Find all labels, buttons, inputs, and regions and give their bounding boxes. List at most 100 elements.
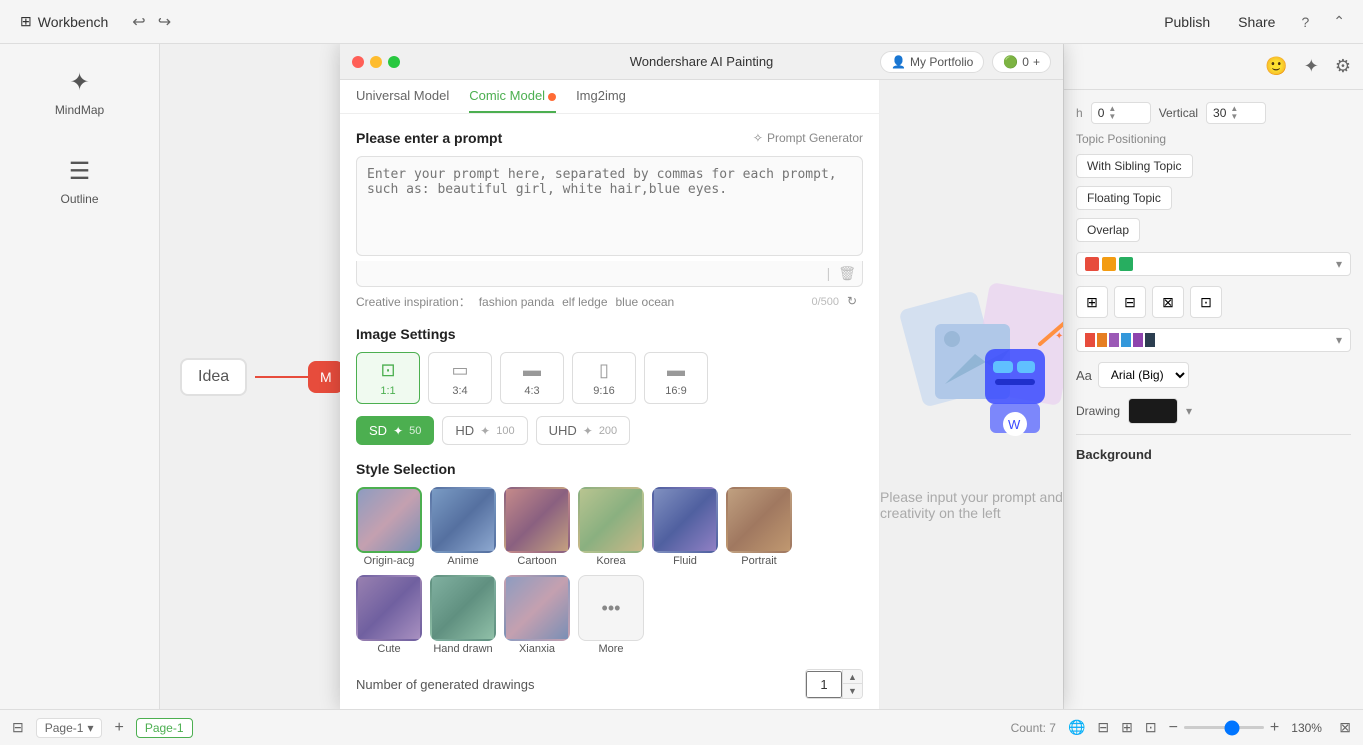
drawing-dropdown[interactable]: ▾ <box>1186 404 1192 418</box>
strip-dark[interactable] <box>1145 333 1155 347</box>
style-anime[interactable]: Anime <box>430 487 496 567</box>
vertical-input[interactable]: 30 ▲ ▼ <box>1206 102 1266 124</box>
with-sibling-topic-btn[interactable]: With Sibling Topic <box>1076 154 1193 178</box>
creative-tag-2[interactable]: blue ocean <box>616 295 675 309</box>
style-more-button[interactable]: ••• More <box>578 575 644 655</box>
undo-button[interactable]: ↩ <box>128 10 149 34</box>
sidebar-item-outline[interactable]: ☰ Outline <box>52 149 106 214</box>
right-panel: 🙂 ✦ ⚙ h 0 ▲ ▼ Vertical <box>1063 44 1363 709</box>
font-select[interactable]: Arial (Big) <box>1098 362 1189 388</box>
quality-uhd[interactable]: UHD ✦ 200 <box>536 416 631 445</box>
mindmap-area: Idea M Wondershare AI Painting 👤 <box>160 44 1063 709</box>
quality-hd[interactable]: HD ✦ 100 <box>442 416 527 445</box>
horizontal-input[interactable]: 0 ▲ ▼ <box>1091 102 1151 124</box>
creative-tag-0[interactable]: fashion panda <box>479 295 554 309</box>
help-button[interactable]: ? <box>1295 10 1315 34</box>
drawings-decrement[interactable]: ▼ <box>842 684 862 698</box>
color-red[interactable] <box>1085 257 1099 271</box>
close-window-button[interactable] <box>352 56 364 68</box>
drawings-increment[interactable]: ▲ <box>842 670 862 684</box>
aspect-3-4-icon: ▭ <box>451 360 468 381</box>
sidebar-item-mindmap[interactable]: ✦ MindMap <box>47 60 112 125</box>
page-dropdown-arrow: ▾ <box>87 721 93 735</box>
style-cartoon[interactable]: Cartoon <box>504 487 570 567</box>
style-cute[interactable]: Cute <box>356 575 422 655</box>
clear-prompt-icon[interactable]: 🗑 <box>838 265 856 282</box>
collapse-button[interactable]: ⌃ <box>1327 9 1351 34</box>
layout-btn-2[interactable]: ⊟ <box>1114 286 1146 318</box>
drawings-value-input[interactable] <box>806 671 842 698</box>
style-origin-acg[interactable]: Origin-acg <box>356 487 422 567</box>
drawings-stepper: ▲ ▼ <box>805 669 863 699</box>
page-1-chip[interactable]: Page-1 ▾ <box>36 718 103 738</box>
aspect-16-9[interactable]: ▬ 16:9 <box>644 352 708 404</box>
strip-orange[interactable] <box>1097 333 1107 347</box>
style-portrait[interactable]: Portrait <box>726 487 792 567</box>
ws-traffic <box>352 56 400 68</box>
emoji-icon[interactable]: 🙂 <box>1261 52 1291 81</box>
fit-screen-icon[interactable]: ⊡ <box>1145 719 1157 736</box>
font-selector-row: Aa Arial (Big) <box>1076 362 1351 388</box>
aspect-16-9-icon: ▬ <box>667 360 685 381</box>
split-view-icon[interactable]: ⊟ <box>1097 719 1109 736</box>
credits-icon: 🟢 <box>1003 55 1018 69</box>
aspect-3-4[interactable]: ▭ 3:4 <box>428 352 492 404</box>
settings-icon[interactable]: ⚙ <box>1331 52 1355 81</box>
workbench-button[interactable]: ⊞ Workbench <box>12 9 116 34</box>
quality-sd[interactable]: SD ✦ 50 <box>356 416 434 445</box>
style-thumb-xianxia <box>504 575 570 641</box>
fullscreen-icon[interactable]: ⊞ <box>1121 719 1133 736</box>
tab-universal-model[interactable]: Universal Model <box>356 88 449 113</box>
zoom-level: 130% <box>1291 721 1327 735</box>
drawing-color-box[interactable] <box>1128 398 1178 424</box>
v-down-arrow[interactable]: ▼ <box>1230 113 1238 121</box>
layout-btn-4[interactable]: ⊡ <box>1190 286 1222 318</box>
active-page-chip[interactable]: Page-1 <box>136 718 193 738</box>
fit-all-button[interactable]: ⊠ <box>1339 719 1351 736</box>
aspect-9-16[interactable]: ▯ 9:16 <box>572 352 636 404</box>
aspect-9-16-icon: ▯ <box>599 360 609 381</box>
globe-icon[interactable]: 🌐 <box>1068 719 1085 736</box>
zoom-in-button[interactable]: + <box>1270 719 1279 737</box>
strip-purple[interactable] <box>1109 333 1119 347</box>
h-down-arrow[interactable]: ▼ <box>1108 113 1116 121</box>
style-korea[interactable]: Korea <box>578 487 644 567</box>
redo-button[interactable]: ↪ <box>154 10 175 34</box>
share-button[interactable]: Share <box>1230 10 1283 34</box>
publish-button[interactable]: Publish <box>1156 10 1218 34</box>
theme-dropdown-arrow[interactable]: ▾ <box>1336 257 1342 271</box>
drawings-row: Number of generated drawings ▲ ▼ <box>356 669 863 699</box>
aspect-1-1[interactable]: ⊡ 1:1 <box>356 352 420 404</box>
strip-blue[interactable] <box>1121 333 1131 347</box>
prompt-input[interactable] <box>356 156 863 256</box>
minimize-window-button[interactable] <box>370 56 382 68</box>
add-page-button[interactable]: + <box>114 719 123 737</box>
tab-img2img[interactable]: Img2img <box>576 88 626 113</box>
zoom-out-button[interactable]: − <box>1169 719 1178 737</box>
strip-violet[interactable] <box>1133 333 1143 347</box>
style-hand-drawn[interactable]: Hand drawn <box>430 575 496 655</box>
strip-red[interactable] <box>1085 333 1095 347</box>
layout-btn-3[interactable]: ⊠ <box>1152 286 1184 318</box>
sidebar-toggle-button[interactable]: ⊟ <box>12 719 24 736</box>
color-orange[interactable] <box>1102 257 1116 271</box>
portfolio-button[interactable]: 👤 My Portfolio <box>880 51 984 73</box>
ws-window: Wondershare AI Painting 👤 My Portfolio 🟢… <box>340 44 1063 709</box>
credits-button[interactable]: 🟢 0 + <box>992 51 1051 73</box>
star-icon[interactable]: ✦ <box>1300 52 1323 81</box>
layout-btn-1[interactable]: ⊞ <box>1076 286 1108 318</box>
prompt-generator-button[interactable]: ✧ Prompt Generator <box>753 131 863 145</box>
color-strip-dropdown[interactable]: ▾ <box>1336 333 1342 347</box>
aspect-4-3[interactable]: ▬ 4:3 <box>500 352 564 404</box>
creative-tag-1[interactable]: elf ledge <box>562 295 607 309</box>
tab-comic-model[interactable]: Comic Model <box>469 88 556 113</box>
color-green[interactable] <box>1119 257 1133 271</box>
style-fluid[interactable]: Fluid <box>652 487 718 567</box>
refresh-tags-icon[interactable]: ↻ <box>847 294 863 310</box>
floating-topic-btn[interactable]: Floating Topic <box>1076 186 1172 210</box>
style-grid: Origin-acg Anime Cartoon <box>356 487 863 655</box>
style-xianxia[interactable]: Xianxia <box>504 575 570 655</box>
overlap-btn[interactable]: Overlap <box>1076 218 1140 242</box>
zoom-slider[interactable] <box>1184 726 1264 729</box>
maximize-window-button[interactable] <box>388 56 400 68</box>
